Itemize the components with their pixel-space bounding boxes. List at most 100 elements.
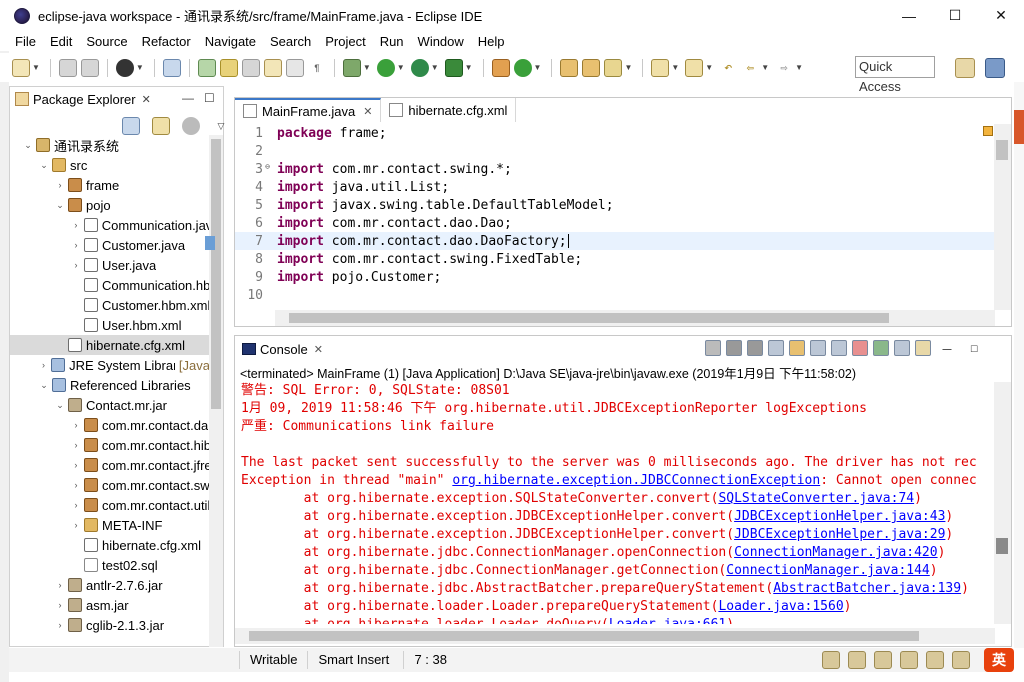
code-line[interactable]: 3 ⊖ import com.mr.contact.swing.*; xyxy=(235,160,995,178)
new-icon[interactable] xyxy=(12,58,30,77)
pin-console-icon[interactable] xyxy=(873,340,889,356)
close-button[interactable]: ✕ xyxy=(978,0,1024,31)
terminal-icon[interactable] xyxy=(115,58,134,77)
quick-access-input[interactable]: Quick Access xyxy=(855,56,935,94)
pilcrow-icon[interactable]: ¶ xyxy=(308,59,326,77)
tree-item[interactable]: › frame xyxy=(10,175,210,195)
code-line[interactable]: 5 import javax.swing.table.DefaultTableMo… xyxy=(235,196,995,214)
tree-item[interactable]: › JRE System Library [Java xyxy=(10,355,210,375)
collapsed-arrow-icon[interactable]: › xyxy=(70,520,82,530)
menu-edit[interactable]: Edit xyxy=(43,34,79,49)
clear-console-icon[interactable] xyxy=(768,340,784,356)
show-on-stdout-icon[interactable] xyxy=(831,340,847,356)
next-edit-dropdown-icon[interactable]: ▼ xyxy=(671,63,679,72)
word-wrap-icon[interactable] xyxy=(285,58,304,77)
remove-all-launches-icon[interactable] xyxy=(747,340,763,356)
last-edit-location-icon[interactable]: ↶ xyxy=(719,59,737,77)
back-icon[interactable]: ⇦ xyxy=(741,59,759,77)
scroll-thumb[interactable] xyxy=(996,140,1008,160)
java-perspective-icon[interactable] xyxy=(985,58,1005,78)
terminal-dropdown-icon[interactable]: ▼ xyxy=(136,63,144,72)
editor-vertical-scrollbar[interactable] xyxy=(994,124,1011,310)
tray-app-icon[interactable] xyxy=(822,651,840,669)
stacktrace-link[interactable]: ConnectionManager.java:420 xyxy=(734,545,938,560)
console-tab[interactable]: Console ✕ xyxy=(235,342,323,357)
scroll-thumb[interactable] xyxy=(211,139,221,409)
collapsed-arrow-icon[interactable]: › xyxy=(70,460,82,470)
block-select-icon[interactable] xyxy=(263,58,282,77)
menu-run[interactable]: Run xyxy=(373,34,411,49)
next-edit-icon[interactable] xyxy=(651,58,670,77)
maximize-view-icon[interactable]: ☐ xyxy=(965,340,983,358)
tree-item[interactable]: ⌄ Referenced Libraries xyxy=(10,375,210,395)
expanded-arrow-icon[interactable]: ⌄ xyxy=(22,140,34,151)
debug-icon[interactable] xyxy=(342,58,361,77)
scroll-thumb[interactable] xyxy=(249,631,919,641)
minimize-view-icon[interactable]: — xyxy=(938,340,956,358)
code-line[interactable]: 8 import com.mr.contact.swing.FixedTable; xyxy=(235,250,995,268)
code-line[interactable]: 6 import com.mr.contact.dao.Dao; xyxy=(235,214,995,232)
tray-book-icon[interactable] xyxy=(848,651,866,669)
stacktrace-link[interactable]: Loader.java:661 xyxy=(609,617,726,624)
console-vertical-scrollbar[interactable] xyxy=(994,382,1011,624)
search-dropdown-icon[interactable]: ▼ xyxy=(624,63,632,72)
open-task-icon[interactable] xyxy=(582,58,601,77)
menu-search[interactable]: Search xyxy=(263,34,318,49)
status-cursor-position[interactable]: 7 : 38 xyxy=(403,651,457,669)
tree-item[interactable]: ⌄ src xyxy=(10,155,210,175)
console-horizontal-scrollbar[interactable] xyxy=(235,628,995,644)
previous-edit-dropdown-icon[interactable]: ▼ xyxy=(705,63,713,72)
code-line[interactable]: 9 import pojo.Customer; xyxy=(235,268,995,286)
menu-file[interactable]: File xyxy=(0,34,43,49)
collapsed-arrow-icon[interactable]: › xyxy=(70,420,82,430)
menu-help[interactable]: Help xyxy=(471,34,512,49)
ime-indicator[interactable]: 英 xyxy=(984,648,1014,672)
tree-item[interactable]: › com.mr.contact.jfre xyxy=(10,455,210,475)
collapsed-arrow-icon[interactable]: › xyxy=(54,620,66,630)
tree-item[interactable]: › com.mr.contact.util xyxy=(10,495,210,515)
maximize-button[interactable]: ☐ xyxy=(932,0,978,31)
tree-item[interactable]: User.hbm.xml xyxy=(10,315,210,335)
save-all-icon[interactable] xyxy=(80,58,99,77)
collapsed-arrow-icon[interactable]: › xyxy=(54,180,66,190)
tree-item[interactable]: ⌄ Contact.mr.jar xyxy=(10,395,210,415)
collapsed-arrow-icon[interactable]: › xyxy=(70,260,82,270)
view-menu-icon[interactable]: ▽ xyxy=(212,117,230,135)
code-editor[interactable]: 1 package frame; 2 3 ⊖ import com.mr.contact.… xyxy=(205,124,995,308)
tree-item[interactable]: › com.mr.contact.da xyxy=(10,415,210,435)
expanded-arrow-icon[interactable]: ⌄ xyxy=(54,400,66,411)
search-icon[interactable] xyxy=(604,58,623,77)
menu-navigate[interactable]: Navigate xyxy=(198,34,263,49)
close-icon[interactable]: ✕ xyxy=(142,93,151,106)
tree-item[interactable]: › com.mr.contact.hib xyxy=(10,435,210,455)
code-line[interactable]: 2 xyxy=(235,142,995,160)
expanded-arrow-icon[interactable]: ⌄ xyxy=(54,200,66,211)
stacktrace-link[interactable]: ConnectionManager.java:144 xyxy=(726,563,930,578)
tree-item[interactable]: › com.mr.contact.sw xyxy=(10,475,210,495)
external-tools-dropdown-icon[interactable]: ▼ xyxy=(465,63,473,72)
collapsed-arrow-icon[interactable]: › xyxy=(70,500,82,510)
tray-settings-icon[interactable] xyxy=(926,651,944,669)
collapsed-arrow-icon[interactable]: › xyxy=(70,240,82,250)
close-icon[interactable]: ✕ xyxy=(314,343,323,356)
coverage-icon[interactable] xyxy=(410,58,429,77)
status-insert-mode[interactable]: Smart Insert xyxy=(307,651,403,669)
code-line[interactable]: 7 import com.mr.contact.dao.DaoFactory; xyxy=(205,232,995,250)
mark-occurrences-icon[interactable] xyxy=(219,58,238,77)
save-icon[interactable] xyxy=(58,58,77,77)
open-perspective-icon[interactable] xyxy=(955,58,975,78)
overview-ruler-warning-icon[interactable] xyxy=(983,126,993,136)
editor-horizontal-scrollbar[interactable] xyxy=(275,310,995,326)
collapsed-arrow-icon[interactable]: › xyxy=(54,600,66,610)
open-console-icon[interactable] xyxy=(915,340,931,356)
link-with-editor-icon[interactable] xyxy=(152,117,170,135)
menu-source[interactable]: Source xyxy=(79,34,134,49)
word-wrap-icon[interactable] xyxy=(810,340,826,356)
tray-hat-icon[interactable] xyxy=(874,651,892,669)
new-class-icon[interactable] xyxy=(513,58,532,77)
tab-mainframe-java[interactable]: MainFrame.java ✕ xyxy=(235,98,382,122)
scroll-thumb[interactable] xyxy=(996,538,1008,554)
tree-item[interactable]: › cglib-2.1.3.jar xyxy=(10,615,210,635)
tree-item[interactable]: ⌄ 通讯录系统 xyxy=(10,135,210,155)
tree-item[interactable]: › Communication.jav xyxy=(10,215,210,235)
